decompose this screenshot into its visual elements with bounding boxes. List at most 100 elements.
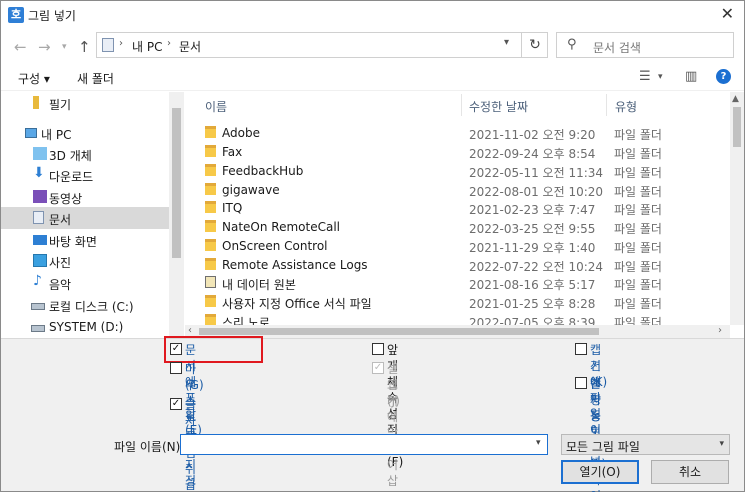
nav-item-documents[interactable]: 문서 [1,207,169,229]
file-type-filter[interactable]: 모든 그림 파일 ▾ [561,434,730,455]
nav-item-system-d[interactable]: SYSTEM (D:) [1,316,169,338]
file-row[interactable]: OnScreen Control 2021-11-29 오후 1:40 파일 폴… [200,236,730,255]
caption-file-name-checkbox[interactable] [575,343,587,355]
nav-item-videos[interactable]: 동영상 [1,186,169,208]
folder-icon [205,201,216,213]
nav-scrollbar[interactable] [169,92,184,338]
forward-arrow-icon[interactable]: → [38,38,51,56]
file-type: 파일 폴더 [614,297,662,311]
breadcrumb-my-pc[interactable]: 내 PC [132,38,162,55]
horizontal-scroll-thumb[interactable] [199,328,599,335]
scroll-right-icon[interactable]: › [718,325,722,336]
chevron-down-icon: ▾ [719,439,724,449]
vertical-scroll-thumb[interactable] [733,107,741,147]
file-type: 파일 폴더 [614,203,662,217]
nav-item-notes[interactable]: 필기 [1,92,169,114]
recent-dropdown-icon[interactable]: ▾ [62,42,67,52]
front-properties-checkbox[interactable] [372,343,384,355]
photo-auto-rotate-checkbox[interactable] [575,377,587,389]
file-type: 파일 폴더 [614,241,662,255]
file-row[interactable]: gigawave 2022-08-01 오전 10:20 파일 폴더 [200,180,730,199]
open-button[interactable]: 열기(O) [561,460,639,484]
file-row[interactable]: 내 데이터 원본 2021-08-16 오후 5:17 파일 폴더 [200,273,730,292]
preview-pane-icon[interactable]: ▥ [685,69,697,84]
file-list: ⌃ 이름 수정한 날짜 유형 Adobe 2021-11-02 오전 9:20 … [185,92,730,325]
music-icon: ♪ [33,273,42,289]
file-name: gigawave [222,183,280,197]
nav-item-music[interactable]: ♪ 음악 [1,272,169,294]
nav-label: 로컬 디스크 (C:) [49,300,134,314]
back-arrow-icon[interactable]: ← [14,38,27,56]
folder-icon [205,145,216,157]
search-box[interactable]: ⚲ 문서 검색 [556,32,734,58]
file-row[interactable]: 사용자 지정 Office 서식 파일 2021-01-25 오후 8:28 파… [200,292,730,311]
nav-item-local-disk-c[interactable]: 로컬 디스크 (C:) [1,294,169,316]
scroll-left-icon[interactable]: ‹ [188,325,192,336]
organize-menu[interactable]: 구성 ▾ [18,70,50,87]
nav-label: 문서 [49,213,72,227]
column-header-modified[interactable]: 수정한 날짜 [469,98,528,115]
file-row[interactable]: Adobe 2021-11-02 오전 9:20 파일 폴더 [200,123,730,142]
address-dropdown-icon[interactable]: ▾ [504,37,509,48]
file-date: 2021-01-25 오후 8:28 [469,297,596,311]
folder-icon [205,126,216,138]
nav-scroll-thumb[interactable] [172,108,181,258]
file-list-vertical-scrollbar[interactable]: ▲ [730,92,744,325]
folder-icon [205,314,216,325]
new-folder-button[interactable]: 새 폴더 [77,70,114,87]
file-date: 2022-03-25 오전 9:55 [469,222,596,236]
column-header-name[interactable]: 이름 [205,98,227,115]
file-name-input[interactable] [180,434,548,455]
folder-icon [205,295,216,307]
file-type-filter-value: 모든 그림 파일 [566,440,640,454]
file-type: 파일 폴더 [614,316,662,325]
file-date: 2022-09-24 오후 8:54 [469,147,596,161]
file-name-dropdown-icon[interactable]: ▾ [536,438,541,448]
file-row[interactable]: Remote Assistance Logs 2022-07-22 오전 10:… [200,255,730,274]
view-dropdown-icon[interactable]: ▾ [658,72,663,82]
nav-item-desktop[interactable]: 바탕 화면 [1,229,169,251]
data-source-icon [205,276,216,288]
search-placeholder[interactable]: 문서 검색 [593,39,641,56]
breadcrumb-documents[interactable]: 문서 [179,38,201,55]
file-row[interactable]: 스리 노로 2022-07-05 오후 8:39 파일 폴더 [200,311,730,325]
picture-icon [33,254,47,267]
option-label-line2: 입(J) [387,378,400,408]
scroll-up-icon[interactable]: ▲ [732,94,739,104]
download-icon: ⬇ [33,165,45,181]
file-list-horizontal-scrollbar[interactable]: ‹ › [185,325,730,338]
nav-item-3d-objects[interactable]: 3D 개체 [1,143,169,165]
folder-icon [205,183,216,195]
file-type: 파일 폴더 [614,166,662,180]
close-icon[interactable]: ✕ [721,4,734,23]
column-divider[interactable] [461,94,462,116]
nav-item-downloads[interactable]: ⬇ 다운로드 [1,164,169,186]
refresh-icon[interactable]: ↻ [521,32,548,58]
nav-label: 음악 [49,278,72,292]
column-divider[interactable] [606,94,607,116]
file-date: 2021-11-29 오후 1:40 [469,241,596,255]
view-options-icon[interactable]: ☰ [639,69,651,84]
window-title: 그림 넣기 [28,9,76,23]
file-row[interactable]: ITQ 2021-02-23 오후 7:47 파일 폴더 [200,198,730,217]
treat-as-char-checkbox[interactable]: ✓ [170,398,182,410]
nav-item-pictures[interactable]: 사진 [1,250,169,272]
navigation-pane: 필기 내 PC 3D 개체 ⬇ 다운로드 동영상 문서 바탕 화면 사진 ♪ 음… [1,92,184,338]
help-icon[interactable]: ? [716,69,731,84]
nav-label: 내 PC [41,128,72,142]
nav-label: 3D 개체 [49,149,92,163]
mouse-size-checkbox[interactable] [170,362,182,374]
file-name: Fax [222,145,243,159]
nav-item-my-pc[interactable]: 내 PC [1,122,169,144]
address-bar[interactable]: › 내 PC › 문서 ▾ [96,32,548,58]
cancel-button[interactable]: 취소 [651,460,729,484]
nav-label: 사진 [49,256,72,270]
folder-icon [33,96,39,109]
up-arrow-icon[interactable]: ↑ [78,38,91,56]
column-header-type[interactable]: 유형 [615,98,637,115]
file-row[interactable]: FeedbackHub 2022-05-11 오전 11:34 파일 폴더 [200,161,730,180]
drive-icon [31,325,45,332]
file-row[interactable]: NateOn RemoteCall 2022-03-25 오전 9:55 파일 … [200,217,730,236]
file-name: ITQ [222,201,243,215]
file-row[interactable]: Fax 2022-09-24 오후 8:54 파일 폴더 [200,142,730,161]
